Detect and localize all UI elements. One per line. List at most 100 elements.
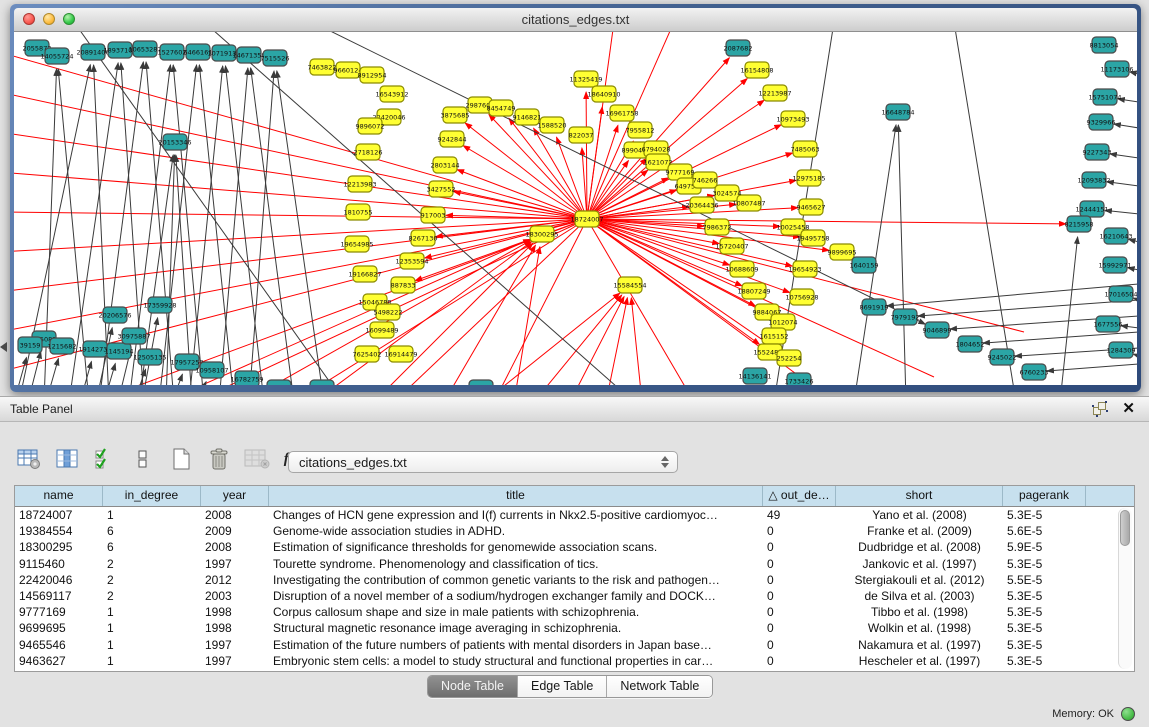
graph-node[interactable]: 9194012 [308, 380, 337, 385]
graph-node[interactable]: 18724007 [570, 211, 603, 227]
graph-node[interactable]: 9227343 [1083, 144, 1112, 160]
graph-node[interactable]: 887833 [391, 277, 416, 293]
graph-edge[interactable] [534, 295, 622, 385]
graph-node[interactable]: 6760233 [1020, 364, 1049, 380]
graph-node[interactable]: 8691919 [860, 299, 889, 315]
graph-node[interactable]: 1810755 [344, 204, 373, 220]
network-view-window[interactable]: citations_edges.txt 20558721405572420891… [10, 4, 1141, 392]
graph-node[interactable]: 12444151 [1075, 201, 1108, 217]
graph-node[interactable]: 3427552 [427, 181, 456, 197]
graph-node[interactable]: 12975185 [792, 170, 825, 186]
delete-column-icon[interactable] [206, 446, 232, 472]
graph-edge[interactable] [28, 352, 41, 385]
table-row[interactable]: 1456911722003Disruption of a novel membe… [15, 588, 1134, 604]
graph-node[interactable]: 9329966 [1087, 114, 1116, 130]
minimize-window-button[interactable] [43, 13, 55, 25]
graph-node[interactable]: 1527602 [158, 44, 187, 60]
graph-node[interactable]: 7485063 [791, 141, 820, 157]
graph-node[interactable]: 10688609 [725, 261, 758, 277]
network-window-titlebar[interactable]: citations_edges.txt [14, 8, 1137, 32]
graph-node[interactable]: 9465627 [797, 199, 826, 215]
graph-node[interactable]: 16914479 [384, 346, 417, 362]
graph-node[interactable]: 15992971 [1098, 257, 1131, 273]
graph-edge[interactable] [14, 358, 26, 385]
graph-edge[interactable] [249, 71, 274, 385]
column-header-out_de[interactable]: △ out_de… [763, 486, 836, 506]
table-row[interactable]: 911546021997Tourette syndrome. Phenomeno… [15, 556, 1134, 572]
network-canvas[interactable]: 2055872140557242089140618937103106532871… [14, 32, 1137, 385]
graph-node[interactable]: 7643895 [467, 380, 496, 385]
graph-edge[interactable] [251, 68, 294, 385]
graph-edge[interactable] [94, 65, 109, 385]
graph-node[interactable]: 20364436 [685, 197, 718, 213]
graph-edge[interactable] [587, 219, 800, 237]
graph-edge[interactable] [1107, 182, 1137, 186]
graph-edge[interactable] [46, 358, 58, 385]
graph-node[interactable]: 20153346 [158, 134, 191, 150]
graph-node[interactable]: 11325419 [569, 71, 602, 87]
table-selector-combobox[interactable]: citations_edges.txt [288, 451, 678, 473]
graph-node[interactable]: 2718126 [354, 144, 383, 160]
graph-node[interactable]: 8267130 [409, 230, 438, 246]
zoom-window-button[interactable] [63, 13, 75, 25]
graph-node[interactable]: 8813054 [1090, 37, 1119, 53]
graph-node[interactable]: 12505135 [133, 349, 166, 365]
close-window-button[interactable] [23, 13, 35, 25]
graph-edge[interactable] [189, 66, 223, 385]
table-row[interactable]: 977716911998Corpus callosum shape and si… [15, 604, 1134, 620]
graph-edge[interactable] [199, 65, 234, 385]
column-header-title[interactable]: title [269, 486, 763, 506]
graph-node[interactable]: 7515526 [261, 50, 290, 66]
graph-node[interactable]: 18300295 [525, 226, 558, 242]
graph-node[interactable]: 12213983 [343, 176, 376, 192]
graph-node[interactable]: 16961758 [605, 105, 638, 121]
graph-edge[interactable] [104, 363, 115, 385]
graph-node[interactable]: 1733426 [785, 373, 814, 385]
graph-node[interactable]: 1677556 [1094, 316, 1123, 332]
graph-node[interactable]: 16543912 [375, 86, 408, 102]
graph-node[interactable]: 7625402 [353, 346, 382, 362]
column-header-year[interactable]: year [201, 486, 269, 506]
graph-node[interactable]: 10756928 [785, 289, 818, 305]
graph-node[interactable]: 1640159 [850, 257, 879, 273]
graph-node[interactable]: 20206576 [98, 307, 131, 323]
graph-node[interactable]: 12213987 [758, 85, 791, 101]
graph-edge[interactable] [898, 125, 906, 385]
show-columns-icon[interactable] [54, 446, 80, 472]
graph-edge[interactable] [173, 65, 204, 385]
create-column-icon[interactable] [168, 446, 194, 472]
graph-node[interactable]: 7986372 [703, 219, 732, 235]
graph-node[interactable]: 9896072 [356, 118, 385, 134]
graph-edge[interactable] [444, 245, 535, 385]
graph-edge[interactable] [277, 71, 324, 385]
column-header-in_degree[interactable]: in_degree [103, 486, 201, 506]
graph-node[interactable]: 11173106 [1100, 61, 1133, 77]
graph-node[interactable]: 2803144 [431, 157, 460, 173]
graph-node[interactable]: 9242844 [438, 131, 467, 147]
graph-node[interactable]: 10958107 [195, 362, 228, 378]
column-header-pagerank[interactable]: pagerank [1003, 486, 1086, 506]
graph-node[interactable]: 12353594 [395, 253, 428, 269]
panel-collapse-arrow-icon[interactable] [0, 342, 7, 352]
graph-node[interactable]: 10807487 [732, 195, 765, 211]
graph-edge[interactable] [1060, 237, 1078, 385]
graph-node[interactable]: 5498222 [374, 304, 403, 320]
graph-node[interactable]: 7979192 [891, 309, 920, 325]
graph-node[interactable]: 15584554 [613, 277, 646, 293]
graph-node[interactable]: 1215682 [48, 338, 77, 354]
graph-node[interactable]: 17016504 [1104, 286, 1137, 302]
row-height-icon[interactable] [130, 446, 156, 472]
graph-node[interactable]: 15751074 [1088, 89, 1121, 105]
graph-node[interactable]: 9245022 [988, 349, 1017, 365]
graph-node[interactable]: 7463822 [308, 59, 337, 75]
graph-edge[interactable] [196, 382, 206, 385]
graph-node[interactable]: 12093832 [1077, 172, 1110, 188]
delete-table-icon[interactable] [244, 446, 270, 472]
table-mode-icon[interactable] [16, 446, 42, 472]
graph-node[interactable]: 18807249 [737, 283, 770, 299]
select-columns-icon[interactable] [92, 446, 118, 472]
graph-edge[interactable] [586, 92, 587, 219]
graph-edge[interactable] [1105, 210, 1137, 214]
scrollbar-thumb[interactable] [1120, 510, 1130, 546]
graph-node[interactable]: 1145194 [105, 343, 134, 359]
